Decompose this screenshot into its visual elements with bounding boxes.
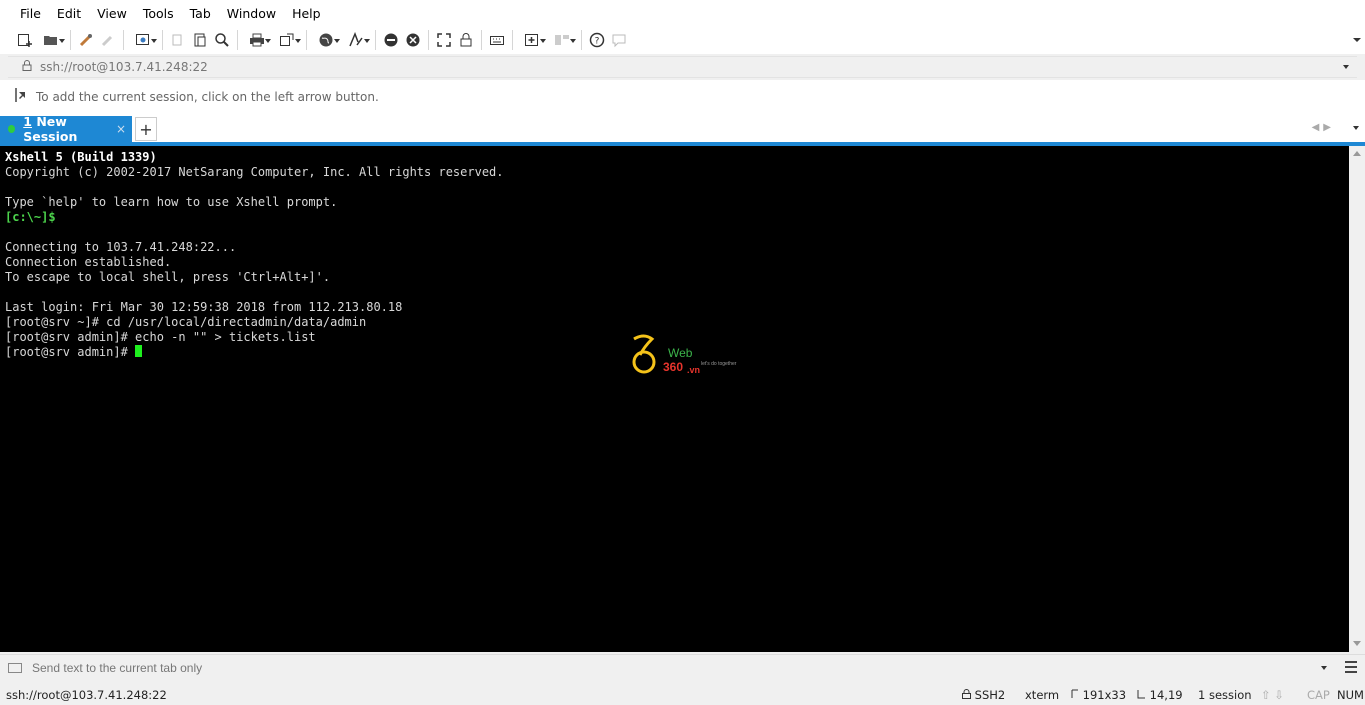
terminal-scrollbar[interactable]	[1349, 146, 1365, 652]
tab-label: 1 New Session	[23, 114, 78, 144]
toolbar-divider	[123, 30, 124, 50]
toolbar-divider	[581, 30, 582, 50]
xmanager-icon[interactable]	[402, 29, 424, 51]
terminal-line: Copyright (c) 2002-2017 NetSarang Comput…	[5, 165, 504, 179]
terminal-cursor	[135, 345, 143, 357]
terminal-line: Type `help' to learn how to use Xshell p…	[5, 195, 338, 209]
keyboard-icon[interactable]	[486, 29, 508, 51]
terminal-line: Last login: Fri Mar 30 12:59:38 2018 fro…	[5, 300, 403, 314]
address-dropdown-icon[interactable]	[1343, 65, 1349, 69]
watermark-360-text: 360	[663, 360, 683, 374]
connected-status-icon	[8, 125, 16, 133]
paste-icon[interactable]	[189, 29, 211, 51]
status-cursor-position: 14,19	[1137, 688, 1183, 702]
menu-icon[interactable]	[1345, 661, 1357, 673]
toolbar-divider	[512, 30, 513, 50]
font-icon[interactable]	[341, 29, 371, 51]
session-hint-bar: To add the current session, click on the…	[0, 80, 1365, 114]
watermark-tagline: let's do together	[701, 361, 737, 367]
send-text-input[interactable]	[30, 659, 1304, 676]
find-icon[interactable]	[211, 29, 233, 51]
close-tab-icon[interactable]: ×	[116, 122, 126, 136]
terminal-line: [root@srv ~]# cd /usr/local/directadmin/…	[5, 315, 367, 329]
fullscreen-icon[interactable]	[433, 29, 455, 51]
address-bar[interactable]: ssh://root@103.7.41.248:22	[8, 56, 1357, 78]
status-size: 191x33	[1071, 688, 1126, 702]
toolbar-divider	[428, 30, 429, 50]
terminal-line: [c:\~]$	[5, 210, 56, 224]
terminal-line: Connecting to 103.7.41.248:22...	[5, 240, 237, 254]
toolbar-divider	[306, 30, 307, 50]
resize-icon	[1071, 689, 1078, 698]
cursor-position-icon	[1137, 690, 1145, 699]
menu-tab[interactable]: Tab	[182, 6, 219, 21]
menu-bar: File Edit View Tools Tab Window Help	[0, 0, 1365, 26]
layout-icon[interactable]	[547, 29, 577, 51]
arrow-bar-icon[interactable]	[14, 87, 30, 107]
terminal-line: To escape to local shell, press 'Ctrl+Al…	[5, 270, 331, 284]
hint-text: To add the current session, click on the…	[36, 90, 379, 104]
new-tab-group-icon[interactable]	[517, 29, 547, 51]
toolbar: ?	[0, 26, 1365, 54]
watermark-suffix-text: .vn	[687, 365, 700, 375]
upload-arrows-icon: ⇧ ⇩	[1261, 688, 1284, 702]
status-sessions: 1 session	[1198, 688, 1252, 702]
toolbar-divider	[162, 30, 163, 50]
add-tab-button[interactable]: +	[135, 117, 157, 141]
print-icon[interactable]	[242, 29, 272, 51]
toolbar-divider	[237, 30, 238, 50]
send-target-dropdown-icon[interactable]	[1321, 666, 1327, 670]
tab-scroll-arrows-icon[interactable]: ◀▶	[1312, 122, 1335, 133]
help-icon[interactable]: ?	[586, 29, 608, 51]
lock-icon	[962, 689, 971, 699]
menu-view[interactable]: View	[89, 6, 135, 21]
connect-icon[interactable]	[75, 29, 97, 51]
status-protocol: SSH2	[962, 688, 1005, 702]
status-num: NUM	[1337, 688, 1364, 702]
menu-window[interactable]: Window	[219, 6, 284, 21]
menu-edit[interactable]: Edit	[49, 6, 89, 21]
globe-icon[interactable]	[311, 29, 341, 51]
properties-icon[interactable]	[128, 29, 158, 51]
terminal-line: Xshell 5 (Build 1339)	[5, 150, 157, 164]
web360-watermark-logo: Web 360 .vn let's do together	[632, 334, 737, 375]
tab-new-session[interactable]: 1 New Session ×	[0, 114, 132, 144]
chat-icon[interactable]	[608, 29, 630, 51]
disconnect-icon[interactable]	[97, 29, 119, 51]
terminal-area[interactable]: Xshell 5 (Build 1339) Copyright (c) 2002-…	[0, 146, 1349, 652]
xftp-icon[interactable]	[380, 29, 402, 51]
svg-text:?: ?	[595, 37, 600, 47]
scroll-up-icon[interactable]	[1353, 151, 1361, 156]
scroll-down-icon[interactable]	[1353, 641, 1361, 646]
compose-icon[interactable]	[8, 662, 22, 673]
toolbar-divider	[70, 30, 71, 50]
address-url[interactable]: ssh://root@103.7.41.248:22	[40, 60, 208, 74]
menu-tools[interactable]: Tools	[135, 6, 182, 21]
new-session-icon[interactable]	[14, 29, 36, 51]
compose-bar	[0, 654, 1365, 680]
status-bar: ssh://root@103.7.41.248:22 SSH2 xterm 19…	[0, 684, 1365, 705]
toolbar-divider	[481, 30, 482, 50]
terminal-prompt: [root@srv admin]#	[5, 345, 136, 359]
terminal-output: Xshell 5 (Build 1339) Copyright (c) 2002-…	[0, 146, 1349, 360]
copy-icon[interactable]	[167, 29, 189, 51]
status-caps: CAP	[1307, 688, 1330, 702]
tab-list-dropdown-icon[interactable]	[1353, 126, 1359, 130]
open-folder-icon[interactable]	[36, 29, 66, 51]
menu-help[interactable]: Help	[284, 6, 329, 21]
terminal-line: Connection established.	[5, 255, 172, 269]
toolbar-divider	[375, 30, 376, 50]
tab-bar: 1 New Session × + ◀▶	[0, 114, 1365, 144]
transfer-icon[interactable]	[272, 29, 302, 51]
menu-file[interactable]: File	[12, 6, 49, 21]
lock-icon[interactable]	[455, 29, 477, 51]
lock-icon	[22, 60, 34, 74]
toolbar-overflow-icon[interactable]	[1353, 36, 1361, 44]
watermark-web-text: Web	[668, 346, 693, 360]
status-terminal-type: xterm	[1025, 688, 1060, 702]
status-connection: ssh://root@103.7.41.248:22	[6, 688, 167, 702]
